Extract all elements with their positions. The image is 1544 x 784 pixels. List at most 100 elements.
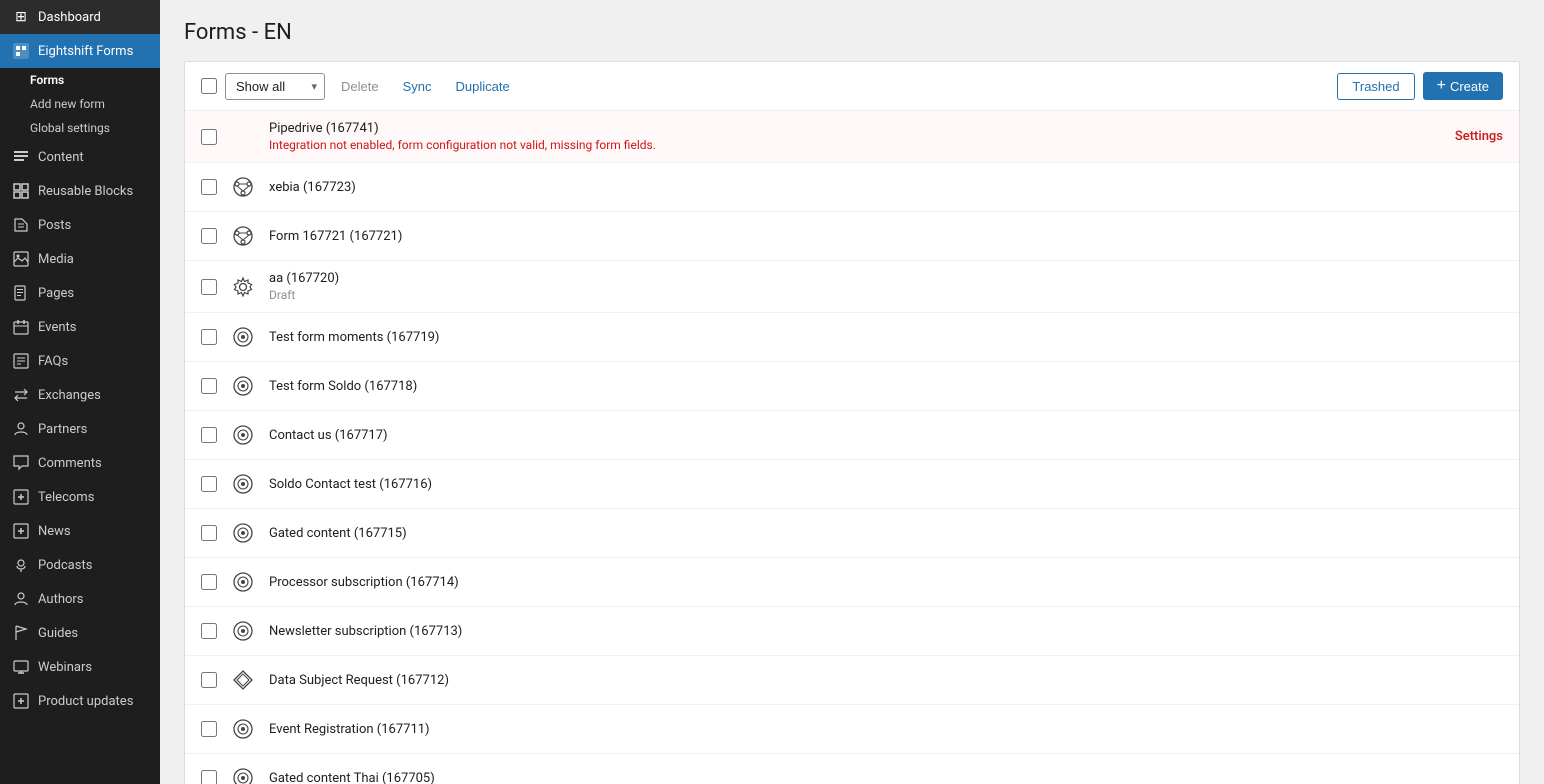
sidebar-item-posts[interactable]: Posts — [0, 208, 160, 242]
row-content: Gated content (167715) — [269, 526, 1503, 541]
form-title: Test form Soldo (167718) — [269, 379, 1503, 394]
form-type-icon — [229, 666, 257, 694]
row-content: Test form Soldo (167718) — [269, 379, 1503, 394]
form-type-icon — [229, 421, 257, 449]
row-checkbox[interactable] — [201, 179, 217, 195]
sidebar-item-label: Guides — [38, 626, 78, 641]
trashed-button[interactable]: Trashed — [1337, 73, 1414, 100]
sidebar-sub-global-settings[interactable]: Global settings — [0, 116, 160, 140]
sidebar-sub-forms[interactable]: Forms — [0, 68, 160, 92]
form-title: aa (167720) — [269, 271, 1503, 286]
sync-button[interactable]: Sync — [395, 74, 440, 99]
sidebar-item-label: FAQs — [38, 354, 68, 369]
sidebar-item-reusable-blocks[interactable]: Reusable Blocks — [0, 174, 160, 208]
sidebar-item-label: Pages — [38, 286, 74, 301]
form-type-icon — [229, 323, 257, 351]
row-checkbox[interactable] — [201, 525, 217, 541]
telecoms-icon — [12, 488, 30, 506]
table-row: Event Registration (167711) — [185, 705, 1519, 754]
sidebar-item-podcasts[interactable]: Podcasts — [0, 548, 160, 582]
sidebar-item-guides[interactable]: Guides — [0, 616, 160, 650]
sidebar-item-label: Content — [38, 150, 84, 165]
table-row: aa (167720)Draft — [185, 261, 1519, 313]
sidebar-item-pages[interactable]: Pages — [0, 276, 160, 310]
delete-button[interactable]: Delete — [333, 74, 387, 99]
filter-select-wrapper: Show all ▾ — [225, 73, 325, 100]
form-title: Gated content Thai (167705) — [269, 771, 1503, 784]
form-settings-link[interactable]: Settings — [1455, 129, 1503, 144]
sidebar-item-label: Partners — [38, 422, 87, 437]
sidebar: ⊞ Dashboard Eightshift Forms Forms Add n… — [0, 0, 160, 784]
dashboard-icon: ⊞ — [12, 8, 30, 26]
sidebar-item-authors[interactable]: Authors — [0, 582, 160, 616]
filter-select[interactable]: Show all — [225, 73, 325, 100]
row-checkbox[interactable] — [201, 672, 217, 688]
sidebar-item-label: Comments — [38, 456, 102, 471]
sidebar-item-comments[interactable]: Comments — [0, 446, 160, 480]
partners-icon — [12, 420, 30, 438]
row-content: Newsletter subscription (167713) — [269, 624, 1503, 639]
events-icon — [12, 318, 30, 336]
row-checkbox[interactable] — [201, 476, 217, 492]
webinars-icon — [12, 658, 30, 676]
sidebar-item-content[interactable]: Content — [0, 140, 160, 174]
form-title: Event Registration (167711) — [269, 722, 1503, 737]
sidebar-item-exchanges[interactable]: Exchanges — [0, 378, 160, 412]
form-title: Soldo Contact test (167716) — [269, 477, 1503, 492]
form-title: Processor subscription (167714) — [269, 575, 1503, 590]
faqs-icon — [12, 352, 30, 370]
sidebar-item-label: Exchanges — [38, 388, 101, 403]
sidebar-sub-add-new-form[interactable]: Add new form — [0, 92, 160, 116]
comments-icon — [12, 454, 30, 472]
row-checkbox[interactable] — [201, 721, 217, 737]
duplicate-button[interactable]: Duplicate — [447, 74, 517, 99]
row-content: aa (167720)Draft — [269, 271, 1503, 302]
row-checkbox[interactable] — [201, 574, 217, 590]
toolbar-left: Show all ▾ Delete Sync Duplicate — [201, 73, 1329, 100]
row-checkbox[interactable] — [201, 129, 217, 145]
create-button[interactable]: + Create — [1423, 72, 1503, 100]
sidebar-item-faqs[interactable]: FAQs — [0, 344, 160, 378]
form-type-icon — [229, 519, 257, 547]
table-row: Test form moments (167719) — [185, 313, 1519, 362]
toolbar: Show all ▾ Delete Sync Duplicate Trashed… — [185, 62, 1519, 111]
sidebar-item-webinars[interactable]: Webinars — [0, 650, 160, 684]
sidebar-item-partners[interactable]: Partners — [0, 412, 160, 446]
row-checkbox[interactable] — [201, 770, 217, 784]
row-checkbox[interactable] — [201, 329, 217, 345]
table-row: Processor subscription (167714) — [185, 558, 1519, 607]
news-icon — [12, 522, 30, 540]
form-title: Data Subject Request (167712) — [269, 673, 1503, 688]
content-icon — [12, 148, 30, 166]
row-checkbox[interactable] — [201, 378, 217, 394]
form-title: Contact us (167717) — [269, 428, 1503, 443]
table-row: Soldo Contact test (167716) — [185, 460, 1519, 509]
sidebar-item-eightshift-forms[interactable]: Eightshift Forms — [0, 34, 160, 68]
row-checkbox[interactable] — [201, 228, 217, 244]
row-checkbox[interactable] — [201, 623, 217, 639]
forms-list: Pipedrive (167741)Integration not enable… — [185, 111, 1519, 784]
sidebar-item-events[interactable]: Events — [0, 310, 160, 344]
sidebar-item-telecoms[interactable]: Telecoms — [0, 480, 160, 514]
page-title: Forms - EN — [184, 20, 1520, 45]
row-content: Gated content Thai (167705) — [269, 771, 1503, 784]
sidebar-item-label: Product updates — [38, 694, 133, 709]
sidebar-item-news[interactable]: News — [0, 514, 160, 548]
table-row: Gated content Thai (167705) — [185, 754, 1519, 784]
eightshift-icon — [12, 42, 30, 60]
row-checkbox[interactable] — [201, 427, 217, 443]
table-row: Pipedrive (167741)Integration not enable… — [185, 111, 1519, 163]
row-content: Soldo Contact test (167716) — [269, 477, 1503, 492]
sidebar-item-product-updates[interactable]: Product updates — [0, 684, 160, 718]
table-row: Data Subject Request (167712) — [185, 656, 1519, 705]
row-content: xebia (167723) — [269, 180, 1503, 195]
select-all-checkbox[interactable] — [201, 78, 217, 94]
sidebar-item-media[interactable]: Media — [0, 242, 160, 276]
form-type-icon — [229, 222, 257, 250]
row-checkbox[interactable] — [201, 279, 217, 295]
form-title: Gated content (167715) — [269, 526, 1503, 541]
sidebar-item-dashboard[interactable]: ⊞ Dashboard — [0, 0, 160, 34]
sidebar-item-label: Podcasts — [38, 558, 92, 573]
table-row: xebia (167723) — [185, 163, 1519, 212]
authors-icon — [12, 590, 30, 608]
